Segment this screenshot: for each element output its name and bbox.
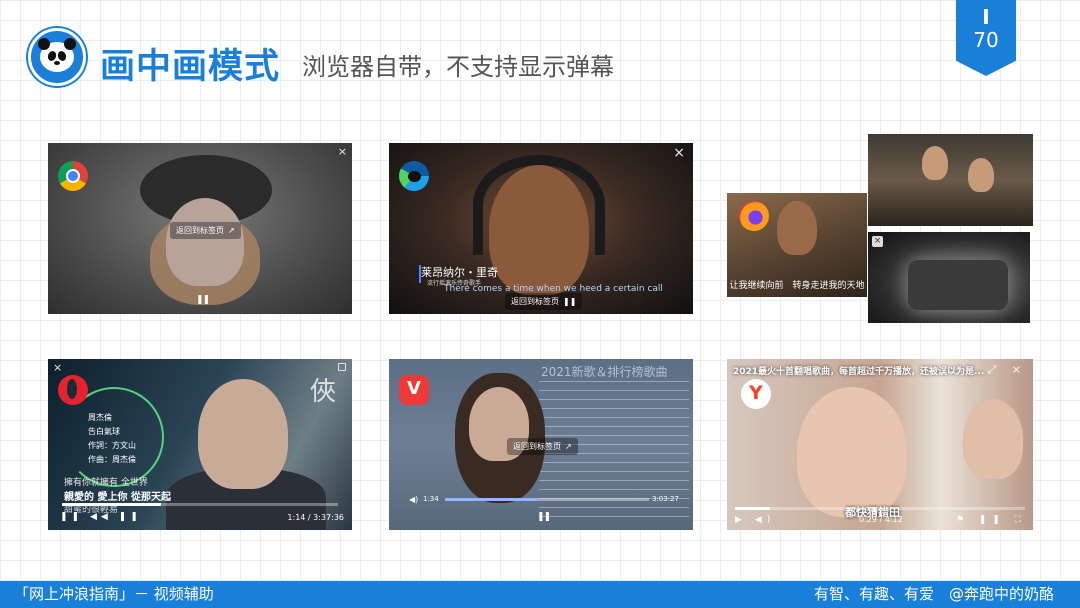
- bookmark-pause-fullscreen-controls[interactable]: ⚑ ❚❚ ⛶: [956, 515, 1027, 525]
- firefox-icon: [739, 201, 769, 231]
- vivaldi-icon: [399, 375, 429, 405]
- opera-icon: [58, 375, 88, 405]
- external-link-icon: ↗: [565, 442, 572, 451]
- lyric-line: 擁有你就擁有 全世界: [64, 478, 148, 488]
- close-icon[interactable]: ×: [338, 146, 347, 158]
- yandex-icon: [741, 379, 771, 409]
- pause-icon: ❚❚: [563, 297, 577, 306]
- playlist-title: 2021新歌＆排行榜歌曲: [541, 365, 668, 379]
- panda-logo: [28, 28, 86, 86]
- credit-line: 周杰倫: [88, 413, 112, 422]
- page-mark: I: [982, 5, 990, 29]
- back-to-tab-label: 返回到标签页: [176, 226, 224, 235]
- back-to-tab-button[interactable]: 返回到标签页 ↗: [507, 438, 578, 455]
- firefox-pip-screenshot: 让我继续向前 转身走进我的天地: [727, 193, 867, 297]
- page-subtitle: 浏览器自带，不支持显示弹幕: [302, 53, 614, 81]
- video-subtitle: 让我继续向前 转身走进我的天地: [729, 281, 865, 291]
- progress-bar[interactable]: [445, 498, 649, 501]
- watermark-char: 俠: [310, 377, 337, 407]
- firefox-pip-window-2: ×: [868, 232, 1030, 323]
- yandex-pip-screenshot: 2021最火十首翻唱歌曲，每首超过千万播放，还被误以为是... ⤢ × 都快猜錯…: [727, 359, 1033, 530]
- page-number: 70: [973, 28, 999, 52]
- time-total: 3:03:27: [652, 495, 679, 503]
- pause-icon[interactable]: ❚❚: [537, 512, 551, 522]
- video-title: 2021最火十首翻唱歌曲，每首超过千万播放，还被误以为是...: [733, 367, 985, 377]
- time-display: 1:14 / 3:37:36: [287, 513, 344, 522]
- time-display: 0:29 / 4:12: [859, 515, 903, 524]
- pause-icon[interactable]: ❚❚: [196, 295, 210, 305]
- playback-controls[interactable]: ▶ ◀): [735, 515, 775, 525]
- firefox-pip-window-1: [868, 134, 1033, 226]
- page-number-badge: I 70: [956, 0, 1016, 76]
- return-icon[interactable]: [338, 363, 346, 371]
- footer-bar: 「网上冲浪指南」－ 视频辅助 有智、有趣、有爱 @奔跑中的奶酪: [0, 581, 1080, 608]
- progress-bar[interactable]: [735, 507, 1025, 510]
- back-to-tab-label: 返回到标签页: [513, 442, 561, 451]
- opera-pip-screenshot: × 周杰倫 告白氣球 作詞：方文山 作曲：周杰倫 俠 擁有你就擁有 全世界 親愛…: [48, 359, 352, 530]
- time-elapsed: 1:34: [423, 495, 439, 503]
- credit-line: 告白氣球: [88, 427, 120, 436]
- credit-line: 作詞：方文山: [88, 441, 136, 450]
- lyric-line: 親愛的 愛上你 從那天起: [64, 492, 171, 503]
- footer-left-text: 「网上冲浪指南」－ 视频辅助: [14, 585, 214, 603]
- edge-icon: [399, 161, 429, 191]
- external-link-icon: ↗: [228, 226, 235, 235]
- credit-line: 作曲：周杰倫: [88, 455, 136, 464]
- panda-icon: [38, 38, 76, 72]
- window-controls[interactable]: ⤢ ×: [987, 363, 1027, 377]
- close-icon[interactable]: ×: [872, 236, 883, 247]
- close-icon[interactable]: ×: [53, 362, 62, 374]
- back-to-tab-button[interactable]: 返回到标签页 ↗: [170, 222, 241, 239]
- footer-right-text: 有智、有趣、有爱 @奔跑中的奶酪: [813, 585, 1054, 603]
- playback-controls[interactable]: ❚❚ ◀◀ ❚❚: [60, 512, 142, 522]
- vivaldi-pip-screenshot: 2021新歌＆排行榜歌曲 返回到标签页 ↗ ◀) 1:34 3:03:27 ❚❚: [389, 359, 693, 530]
- close-icon[interactable]: ×: [673, 146, 685, 160]
- chrome-pip-screenshot: × 返回到标签页 ↗ ❚❚: [48, 143, 352, 314]
- volume-icon[interactable]: ◀): [409, 495, 418, 504]
- progress-bar[interactable]: [62, 503, 338, 506]
- song-credits: 周杰倫 告白氣球 作詞：方文山 作曲：周杰倫: [88, 411, 136, 467]
- page-title: 画中画模式: [100, 47, 281, 87]
- edge-pip-screenshot: × 莱昂纳尔・里奇 流行摇滚乐传奇歌手 There comes a time w…: [389, 143, 693, 314]
- chrome-icon: [58, 161, 88, 191]
- back-to-tab-button[interactable]: 返回到标签页 ❚❚: [505, 293, 583, 310]
- back-to-tab-label: 返回到标签页: [511, 297, 559, 306]
